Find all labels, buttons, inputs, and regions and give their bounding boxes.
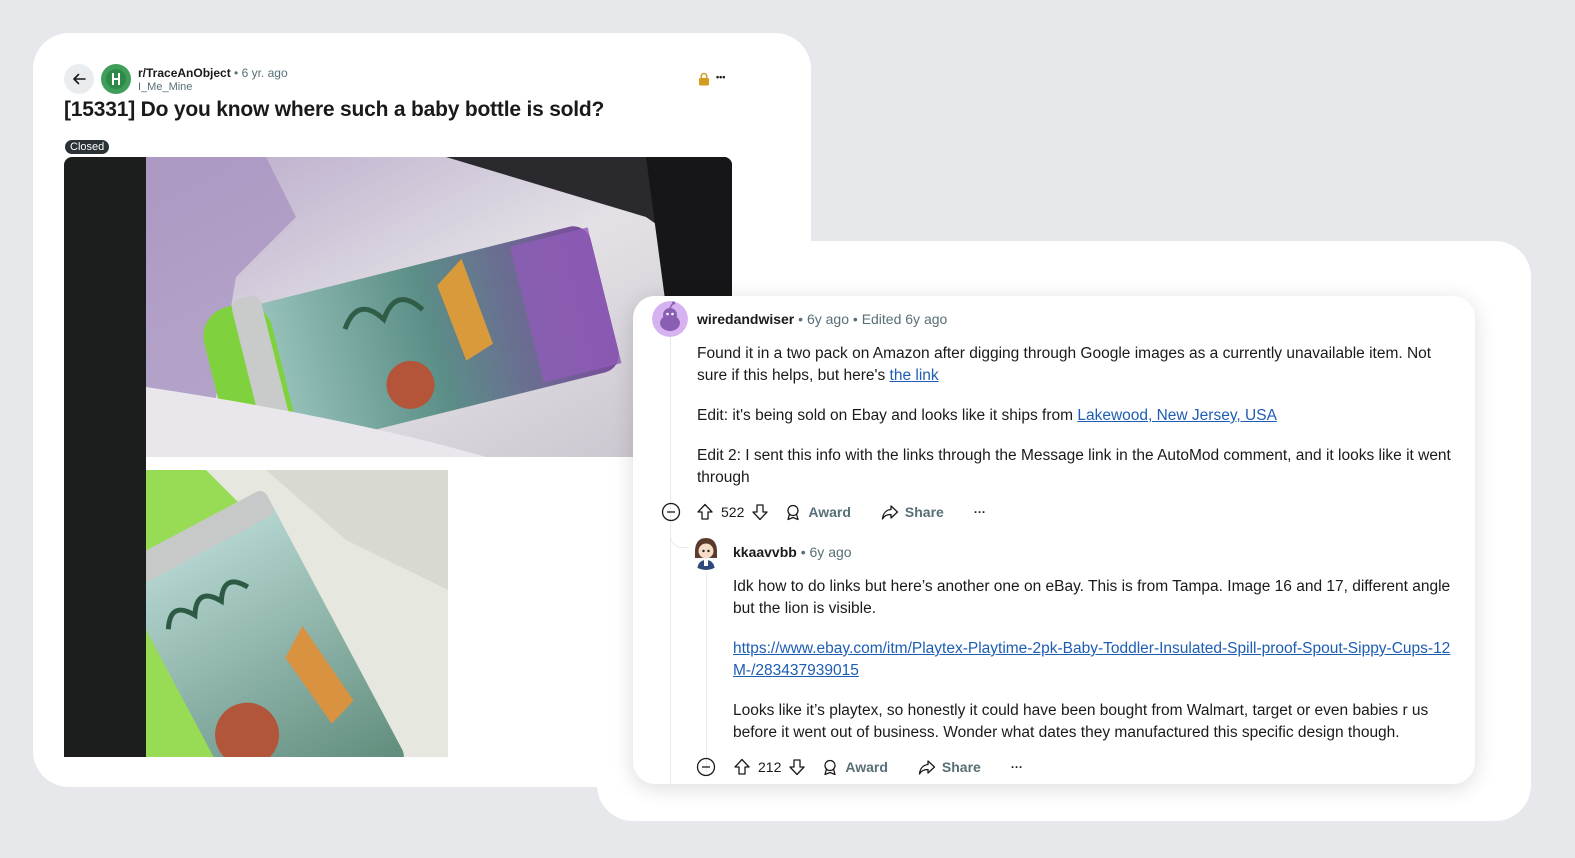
vote-group: 212	[732, 757, 807, 777]
post-author[interactable]: I_Me_Mine	[138, 81, 192, 93]
vote-count: 522	[721, 504, 745, 520]
vote-count: 212	[758, 759, 782, 775]
post-flair: Closed	[65, 140, 110, 154]
vote-group: 522	[695, 502, 770, 522]
post-title: [15331] Do you know where such a baby bo…	[64, 98, 605, 121]
reply-connector	[670, 534, 690, 548]
award-label: Award	[845, 759, 888, 775]
comment-more-icon[interactable]: ···	[974, 505, 986, 519]
award-button[interactable]: Award	[784, 503, 851, 521]
reply-actions: 212 Award Share ···	[696, 755, 1023, 779]
share-label: Share	[904, 504, 944, 520]
location-link[interactable]: Lakewood, New Jersey, USA	[1077, 407, 1277, 424]
upvote-icon[interactable]	[732, 757, 752, 777]
comment-paragraph: Edit 2: I sent this info with the links …	[697, 447, 1451, 486]
collapse-icon[interactable]	[696, 757, 716, 777]
comment-actions: 522 Award Share ···	[661, 500, 986, 524]
reply-body: Idk how to do links but here’s another o…	[733, 576, 1463, 762]
reply-meta: kkaavvbb • 6y ago	[733, 544, 852, 560]
award-button[interactable]: Award	[821, 758, 888, 776]
meta-separator: •	[234, 66, 239, 80]
subreddit-meta: r/TraceAnObject • 6 yr. ago	[138, 66, 288, 80]
reply-thread-line	[706, 572, 707, 772]
share-button[interactable]: Share	[918, 758, 981, 776]
comment-edited: Edited 6y ago	[861, 311, 948, 327]
award-icon	[787, 504, 800, 521]
back-button[interactable]	[64, 64, 94, 94]
comment-avatar[interactable]	[652, 301, 688, 337]
user-avatar-icon	[688, 534, 724, 570]
post-more-icon[interactable]: •••	[716, 70, 725, 84]
upvote-icon[interactable]	[695, 502, 715, 522]
subreddit-avatar[interactable]	[101, 64, 131, 94]
thread-line	[670, 336, 671, 784]
reply-avatar[interactable]	[688, 534, 724, 570]
comment-author[interactable]: wiredandwiser	[697, 311, 794, 327]
lock-icon	[699, 72, 709, 86]
reply-more-icon[interactable]: ···	[1011, 760, 1023, 774]
share-icon	[918, 760, 936, 775]
post-age: 6 yr. ago	[241, 66, 288, 80]
comment-body: Found it in a two pack on Amazon after d…	[697, 343, 1457, 507]
comment-thread-card: wiredandwiser • 6y ago • Edited 6y ago F…	[633, 296, 1475, 784]
comment-paragraph: Found it in a two pack on Amazon after d…	[697, 345, 1432, 384]
downvote-icon[interactable]	[787, 757, 807, 777]
background-notch	[811, 33, 911, 241]
award-icon	[824, 759, 837, 776]
comment-paragraph: Edit: it's being sold on Ebay and looks …	[697, 407, 1277, 424]
award-label: Award	[808, 504, 851, 520]
arrow-left-icon	[73, 73, 86, 85]
user-avatar-icon	[652, 301, 688, 337]
collapse-icon[interactable]	[661, 502, 681, 522]
subreddit-icon	[106, 69, 126, 89]
downvote-icon[interactable]	[750, 502, 770, 522]
share-label: Share	[941, 759, 981, 775]
comment-meta: wiredandwiser • 6y ago • Edited 6y ago	[697, 311, 948, 327]
baby-bottle-photo-2	[146, 470, 448, 757]
subreddit-name[interactable]: r/TraceAnObject	[138, 66, 231, 80]
reply-author[interactable]: kkaavvbb	[733, 544, 797, 560]
comment-link[interactable]: the link	[890, 367, 939, 384]
share-icon	[881, 505, 899, 520]
reply-paragraph: Looks like it’s playtex, so honestly it …	[733, 702, 1429, 741]
reply-paragraph: Idk how to do links but here’s another o…	[733, 578, 1451, 617]
reply-paragraph: https://www.ebay.com/itm/Playtex-Playtim…	[733, 638, 1463, 682]
post-header: r/TraceAnObject • 6 yr. ago I_Me_Mine ••…	[64, 64, 744, 98]
post-media-gallery[interactable]	[64, 157, 732, 757]
comment-age: 6y ago	[806, 311, 849, 327]
ebay-link[interactable]: https://www.ebay.com/itm/Playtex-Playtim…	[733, 640, 1450, 679]
share-button[interactable]: Share	[881, 503, 944, 521]
reply-age: 6y ago	[809, 544, 852, 560]
